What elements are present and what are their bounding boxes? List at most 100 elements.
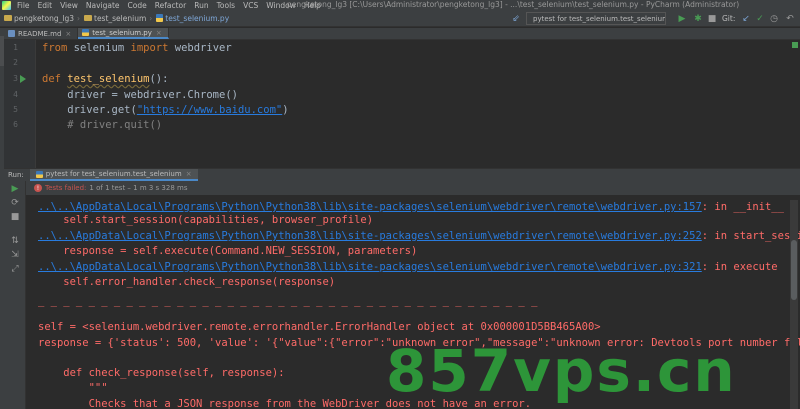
menu-file[interactable]: File	[13, 1, 34, 10]
editor-gutter: 1 2 3 4 5 6	[4, 40, 36, 168]
line-number: 1	[13, 43, 18, 52]
code-text: )	[282, 104, 289, 116]
tests-failed-detail: 1 of 1 test – 1 m 3 s 328 ms	[89, 184, 188, 192]
breadcrumb-project[interactable]: pengketong_lg3 ›	[0, 14, 80, 23]
folder-icon	[84, 15, 92, 21]
keyword: from	[42, 42, 68, 54]
code-line-4: driver = webdriver.Chrome()	[42, 89, 238, 101]
line-number: 5	[13, 105, 18, 114]
menu-navigate[interactable]: Navigate	[82, 1, 124, 10]
breadcrumb-label: pengketong_lg3	[14, 13, 74, 23]
console-text: : in start_session	[701, 230, 800, 242]
inspection-ok-icon[interactable]	[792, 42, 798, 48]
keyword: def	[42, 73, 61, 85]
python-file-icon	[82, 29, 90, 36]
menu-code[interactable]: Code	[124, 1, 151, 10]
test-status-row: ! Tests failed: 1 of 1 test – 1 m 3 s 32…	[4, 181, 800, 195]
debug-icon[interactable]: ✱	[692, 12, 704, 25]
run-test-icon[interactable]	[20, 75, 26, 83]
console-text: : in execute	[701, 261, 778, 273]
revert-icon[interactable]: ↶	[784, 12, 796, 25]
menu-run[interactable]: Run	[190, 1, 212, 10]
error-icon: !	[34, 184, 42, 192]
run-config-label: pytest for test_selenium.test_selenium	[533, 14, 666, 23]
line-number: 6	[13, 120, 18, 129]
keyword: import	[130, 42, 169, 54]
back-arrow-icon[interactable]: ⇙	[510, 12, 522, 25]
run-toolbar: ▶ ⟳ ■ ⇅ ⇲ ⤢	[4, 181, 26, 409]
code-line-5: driver.get("https://www.baidu.com")	[42, 104, 289, 117]
markdown-file-icon	[8, 30, 15, 37]
file-link[interactable]: ..\..\AppData\Local\Programs\Python\Pyth…	[38, 230, 702, 242]
stop-icon[interactable]: ■	[10, 212, 20, 222]
run-configuration-dropdown[interactable]: pytest for test_selenium.test_selenium ▼	[526, 12, 666, 25]
rerun-failed-icon[interactable]: ⟳	[10, 198, 20, 208]
python-icon	[35, 170, 43, 178]
console-scrollbar[interactable]	[790, 200, 798, 409]
rerun-icon[interactable]: ▶	[10, 184, 20, 194]
file-link[interactable]: ..\..\AppData\Local\Programs\Python\Pyth…	[38, 261, 702, 273]
tab-label: README.md	[18, 29, 62, 38]
folder-icon	[4, 15, 12, 21]
console-line: ..\..\AppData\Local\Programs\Python\Pyth…	[38, 230, 800, 243]
stop-icon[interactable]: ■	[706, 12, 718, 25]
tests-failed-label: Tests failed:	[45, 184, 87, 192]
import-tests-icon[interactable]: ⇲	[10, 250, 20, 260]
pin-icon[interactable]: ⤢	[10, 264, 20, 274]
watermark: 857vps.cn	[386, 337, 737, 405]
breadcrumb-file[interactable]: test_selenium.py	[152, 14, 229, 23]
line-number: 3	[13, 74, 18, 83]
menu-refactor[interactable]: Refactor	[151, 1, 190, 10]
function-name: test_selenium	[67, 73, 150, 85]
git-update-icon[interactable]: ↙	[740, 12, 752, 25]
tab-test-selenium[interactable]: test_selenium.py ×	[78, 28, 169, 39]
menu-view[interactable]: View	[56, 1, 82, 10]
close-icon[interactable]: ×	[65, 30, 71, 38]
sort-icon[interactable]: ⇅	[10, 236, 20, 246]
breadcrumb-label: test_selenium.py	[165, 13, 230, 23]
url-string: "https://www.baidu.com"	[137, 104, 282, 116]
run-label: Run:	[8, 171, 24, 179]
line-number: 2	[13, 58, 18, 67]
line-number: 4	[13, 90, 18, 99]
menu-tools[interactable]: Tools	[213, 1, 239, 10]
code-editor[interactable]: 1 2 3 4 5 6 from selenium import webdriv…	[4, 40, 800, 168]
code-text: driver.get(	[42, 104, 137, 116]
console-line: ..\..\AppData\Local\Programs\Python\Pyth…	[38, 201, 784, 214]
run-panel-header: Run: pytest for test_selenium.test_selen…	[4, 168, 800, 181]
module-name: selenium	[67, 42, 131, 54]
scrollbar-thumb[interactable]	[791, 240, 797, 300]
import-name: webdriver	[168, 42, 232, 54]
run-tab-pytest[interactable]: pytest for test_selenium.test_selenium ×	[29, 169, 198, 181]
code-line-1: from selenium import webdriver	[42, 42, 232, 55]
file-link[interactable]: ..\..\AppData\Local\Programs\Python\Pyth…	[38, 201, 702, 213]
console-text: : in __init__	[701, 201, 784, 213]
run-icon[interactable]: ▶	[676, 12, 688, 25]
url-link[interactable]: "https://www.baidu.com"	[137, 104, 282, 116]
breadcrumb-label: test_selenium	[94, 13, 147, 23]
tab-label: test_selenium.py	[92, 28, 152, 37]
window-title: pengketong_lg3 [C:\Users\Administrator\p…	[287, 0, 740, 9]
breadcrumb-folder[interactable]: test_selenium ›	[80, 14, 152, 23]
run-tab-label: pytest for test_selenium.test_selenium	[45, 170, 182, 178]
git-commit-icon[interactable]: ✓	[754, 12, 766, 25]
code-line-3: def test_selenium():	[42, 73, 168, 86]
tab-readme[interactable]: README.md ×	[4, 28, 79, 39]
console-line: response = self.execute(Command.NEW_SESS…	[38, 245, 418, 257]
console-line: self = <selenium.webdriver.remote.errorh…	[38, 321, 601, 333]
code-line-6: # driver.quit()	[42, 119, 163, 131]
console-line: """	[38, 382, 108, 394]
git-label: Git:	[722, 14, 736, 23]
git-history-icon[interactable]: ◷	[768, 12, 780, 25]
python-file-icon	[156, 14, 164, 22]
close-icon[interactable]: ×	[156, 29, 162, 37]
console-line: ..\..\AppData\Local\Programs\Python\Pyth…	[38, 261, 778, 274]
editor-tab-bar: README.md × test_selenium.py ×	[4, 28, 800, 40]
close-icon[interactable]: ×	[186, 170, 192, 178]
console-line: def check_response(self, response):	[38, 367, 285, 379]
menu-edit[interactable]: Edit	[34, 1, 57, 10]
console-line: self.error_handler.check_response(respon…	[38, 276, 336, 288]
console-separator: _ _ _ _ _ _ _ _ _ _ _ _ _ _ _ _ _ _ _ _ …	[38, 295, 538, 307]
code-text: ():	[149, 73, 169, 85]
menu-vcs[interactable]: VCS	[239, 1, 262, 10]
